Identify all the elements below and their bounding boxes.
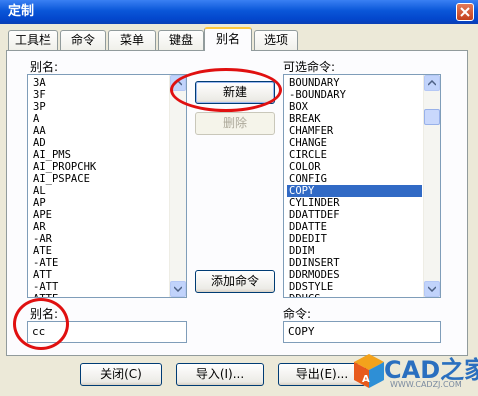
list-item[interactable]: AA [31,125,168,137]
list-item[interactable]: BREAK [287,113,422,125]
list-item[interactable]: CONFIG [287,173,422,185]
list-item[interactable]: APE [31,209,168,221]
new-button[interactable]: 新建 [195,81,275,104]
list-item[interactable]: DDSTYLE [287,281,422,293]
list-item[interactable]: DDUCS [287,293,422,297]
list-item[interactable]: AI_PMS [31,149,168,161]
command-list[interactable]: BOUNDARY -BOUNDARY BOX BREAK CHAMFER CHANGE CI… [283,74,441,298]
alias-list[interactable]: 3A 3F 3P A AA AD AI_PMS AI_PROPCHK AI_PSPACE AL AP… [27,74,187,298]
list-item[interactable]: CYLINDER [287,197,422,209]
list-item[interactable]: COPY [287,185,422,197]
tab-commands[interactable]: 命令 [60,30,106,50]
scroll-down-icon[interactable] [170,281,186,297]
add-command-button[interactable]: 添加命令 [195,270,275,293]
list-item[interactable]: BOUNDARY [287,77,422,89]
list-item[interactable]: CHAMFER [287,125,422,137]
list-item[interactable]: DDEDIT [287,233,422,245]
list-item[interactable]: 3P [31,101,168,113]
scroll-down-icon[interactable] [424,281,440,297]
tab-toolbar[interactable]: 工具栏 [8,30,58,50]
list-item[interactable]: DDRMODES [287,269,422,281]
scroll-up-icon[interactable] [170,75,186,91]
window-title: 定制 [8,4,35,19]
list-item[interactable]: AP [31,197,168,209]
list-item[interactable]: CHANGE [287,137,422,149]
list-item[interactable]: ATT [31,269,168,281]
close-button[interactable]: 关闭(C) [80,363,162,386]
list-item[interactable]: AL [31,185,168,197]
list-item[interactable]: DDATTDEF [287,209,422,221]
tab-options[interactable]: 选项 [254,30,298,50]
list-item[interactable]: DDIM [287,245,422,257]
import-button[interactable]: 导入(I)... [176,363,264,386]
list-item[interactable]: 3F [31,89,168,101]
command-list-label: 可选命令: [283,60,336,74]
list-item[interactable]: 3A [31,77,168,89]
scroll-up-icon[interactable] [424,75,440,91]
list-item[interactable]: -AR [31,233,168,245]
tab-alias[interactable]: 别名 [204,27,252,51]
alias-scrollbar[interactable] [169,75,186,297]
cad-logo-watermark: A CAD之家 WWW.CADZJ.COM [352,350,478,396]
tab-keyboard[interactable]: 键盘 [158,30,204,50]
alias-field-label: 别名: [30,307,59,321]
list-item[interactable]: AD [31,137,168,149]
command-scrollbar[interactable] [423,75,440,297]
list-item[interactable]: AI_PROPCHK [31,161,168,173]
cube-logo-icon: A [354,354,384,388]
list-item[interactable]: COLOR [287,161,422,173]
close-icon[interactable] [456,3,474,21]
scroll-thumb[interactable] [424,109,440,125]
list-item[interactable]: -ATE [31,257,168,269]
tab-menu[interactable]: 菜单 [108,30,156,50]
alias-input[interactable]: cc [27,321,187,343]
list-item[interactable]: AI_PSPACE [31,173,168,185]
list-item[interactable]: -BOUNDARY [287,89,422,101]
list-item[interactable]: BOX [287,101,422,113]
alias-list-label: 别名: [30,60,59,74]
title-bar: 定制 [0,0,478,24]
list-item[interactable]: -ATT [31,281,168,293]
list-item[interactable]: A [31,113,168,125]
delete-button[interactable]: 删除 [195,112,275,135]
svg-text:A: A [362,374,370,385]
watermark-url: WWW.CADZJ.COM [390,380,462,389]
command-input[interactable]: COPY [283,321,441,343]
list-item[interactable]: DDATTE [287,221,422,233]
list-item[interactable]: AR [31,221,168,233]
list-item[interactable]: ATE [31,245,168,257]
list-item[interactable]: CIRCLE [287,149,422,161]
list-item[interactable]: ATTE [31,293,168,297]
command-field-label: 命令: [283,307,312,321]
list-item[interactable]: DDINSERT [287,257,422,269]
